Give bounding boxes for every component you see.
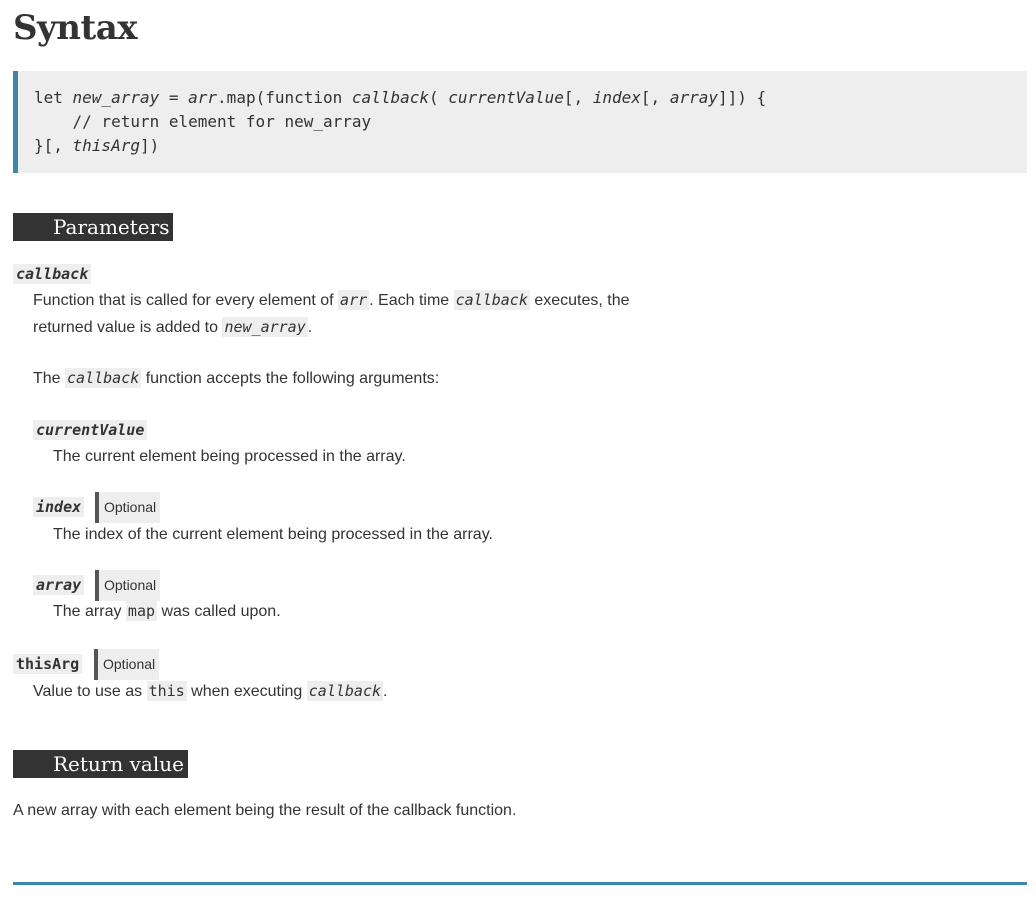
- text-run: Value to use as: [33, 683, 147, 700]
- code-token: currentValue: [448, 88, 564, 107]
- text-run: The array: [53, 603, 126, 620]
- code-token: array: [669, 88, 718, 107]
- text-run: was called upon.: [157, 603, 281, 620]
- text-run: .: [383, 683, 388, 700]
- currentvalue-description: The current element being processed in t…: [53, 448, 406, 465]
- code-token: (: [428, 88, 449, 107]
- text-run: returned value is added to: [33, 319, 223, 336]
- code-line-1: let new_array = arr.map(function callbac…: [34, 86, 1027, 110]
- inline-code: this: [146, 681, 187, 701]
- text-run: Function that is called for every elemen…: [33, 292, 339, 309]
- code-token: let: [34, 88, 73, 107]
- text-run: . Each time: [369, 292, 454, 309]
- index-term: index: [33, 497, 85, 517]
- text-run: .: [307, 319, 313, 336]
- return-value-heading: Return value: [13, 750, 188, 778]
- optional-badge: Optional: [95, 570, 161, 601]
- code-token: =: [159, 88, 189, 107]
- callback-description-line1: Function that is called for every elemen…: [33, 287, 630, 314]
- text-run: when executing: [186, 683, 307, 700]
- thisarg-term: thisArg: [13, 654, 83, 674]
- optional-badge: Optional: [94, 649, 160, 680]
- code-token: thisArg: [72, 136, 140, 155]
- syntax-code-block: let new_array = arr.map(function callbac…: [13, 71, 1027, 173]
- inline-code: new_array: [222, 317, 308, 337]
- code-token: }[,: [34, 136, 73, 155]
- array-description: The array map was called upon.: [53, 598, 281, 625]
- callback-description-line2: returned value is added to new_array.: [33, 314, 312, 341]
- callback-arguments-intro: The callback function accepts the follow…: [33, 365, 439, 392]
- inline-code: callback: [65, 368, 142, 388]
- code-token: ]): [139, 136, 160, 155]
- code-token: new_array: [72, 88, 160, 107]
- code-token: callback: [351, 88, 429, 107]
- code-token: [,: [563, 88, 593, 107]
- section-divider: [13, 882, 1027, 885]
- inline-code: callback: [453, 290, 530, 310]
- text-run: executes, the: [529, 292, 630, 309]
- currentvalue-term: currentValue: [33, 420, 148, 440]
- return-value-description: A new array with each element being the …: [13, 802, 517, 819]
- page-title: Syntax: [13, 8, 138, 48]
- inline-code: callback: [306, 681, 384, 701]
- code-line-2: // return element for new_array: [34, 112, 372, 131]
- parameters-heading: Parameters: [13, 213, 174, 241]
- text-run: function accepts the following arguments…: [141, 370, 440, 387]
- optional-badge: Optional: [95, 492, 161, 523]
- inline-code: arr: [338, 290, 370, 310]
- array-term: array: [33, 575, 85, 595]
- callback-term: callback: [13, 264, 92, 284]
- text-run: The: [33, 370, 66, 387]
- inline-code: map: [125, 601, 158, 621]
- thisarg-description: Value to use as this when executing call…: [33, 678, 387, 705]
- code-line-3: }[, thisArg]): [34, 134, 1027, 158]
- code-token: ]]) {: [717, 88, 767, 107]
- code-token: [,: [640, 88, 670, 107]
- code-token: arr: [188, 88, 218, 107]
- code-token: index: [592, 88, 641, 107]
- code-token: .map(function: [217, 88, 352, 107]
- index-description: The index of the current element being p…: [53, 526, 493, 543]
